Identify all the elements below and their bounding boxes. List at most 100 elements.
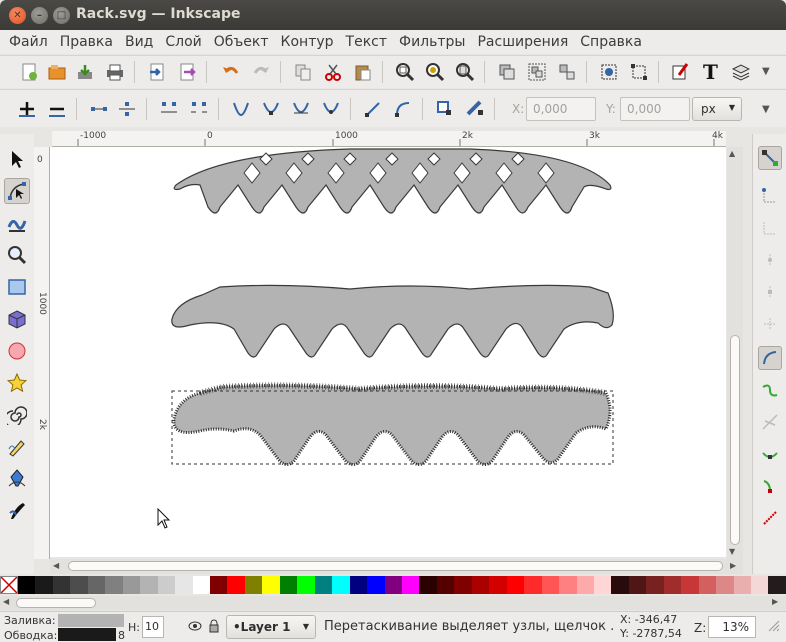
color-swatch-9[interactable] — [175, 576, 193, 594]
horizontal-scrollbar[interactable]: ◀ ▶ — [50, 559, 743, 574]
color-swatch-27[interactable] — [489, 576, 507, 594]
save-document-icon[interactable] — [72, 59, 98, 85]
horizontal-scroll-thumb[interactable] — [68, 561, 723, 571]
cusp-node-icon[interactable] — [228, 96, 254, 122]
calligraphy-tool-icon[interactable] — [4, 498, 30, 524]
rack-shape-lattice[interactable] — [173, 148, 612, 214]
selector-tool-icon[interactable] — [4, 146, 30, 172]
color-swatch-22[interactable] — [401, 576, 420, 594]
xml-editor-icon[interactable] — [668, 59, 694, 85]
cut-icon[interactable] — [320, 59, 346, 85]
snap-toggle-icon[interactable] — [758, 146, 782, 170]
snap-midpoints-icon[interactable] — [758, 474, 782, 498]
export-icon[interactable] — [174, 59, 200, 85]
menu-view[interactable]: Вид — [119, 30, 159, 54]
color-swatch-24[interactable] — [436, 576, 455, 594]
units-dropdown[interactable]: px ▼ — [692, 97, 742, 121]
delete-segment-icon[interactable] — [186, 96, 212, 122]
menu-path[interactable]: Контур — [275, 30, 340, 54]
new-document-icon[interactable] — [16, 59, 42, 85]
stroke-to-path-icon[interactable] — [462, 96, 488, 122]
color-swatch-1[interactable] — [35, 576, 53, 594]
color-swatch-17[interactable] — [314, 576, 333, 594]
eye-visibility-icon[interactable] — [188, 620, 202, 635]
snap-intersections-icon[interactable] — [758, 410, 782, 434]
color-swatch-28[interactable] — [506, 576, 525, 594]
color-swatch-12[interactable] — [227, 576, 245, 594]
snap-paths-icon[interactable] — [758, 378, 782, 402]
minimize-window-button[interactable]: – — [31, 7, 48, 24]
color-swatch-16[interactable] — [297, 576, 315, 594]
open-document-icon[interactable] — [44, 59, 70, 85]
text-font-icon[interactable]: T — [698, 59, 724, 85]
pencil-tool-icon[interactable] — [4, 434, 30, 460]
layer-dropdown[interactable]: •Layer 1 ▼ — [226, 615, 316, 639]
zoom-input[interactable]: 13% — [708, 616, 756, 638]
vertical-scrollbar[interactable]: ▲ ▼ — [727, 147, 743, 559]
group-icon[interactable] — [524, 59, 550, 85]
node-tool-icon[interactable] — [4, 178, 30, 204]
opacity-input[interactable]: 10 — [142, 616, 164, 638]
zoom-drawing-icon[interactable] — [422, 59, 448, 85]
zoom-tool-icon[interactable] — [4, 242, 30, 268]
fill-stroke-icon[interactable] — [596, 59, 622, 85]
color-swatch-31[interactable] — [559, 576, 577, 594]
color-swatch-40[interactable] — [716, 576, 734, 594]
resize-grip-icon[interactable] — [768, 620, 780, 635]
color-swatch-15[interactable] — [279, 576, 298, 594]
color-swatch-36[interactable] — [646, 576, 664, 594]
rectangle-tool-icon[interactable] — [4, 274, 30, 300]
palette-scroll-right-icon[interactable]: ▶ — [772, 597, 778, 606]
snap-bbox-corner-icon[interactable] — [758, 248, 782, 272]
scroll-left-icon[interactable]: ◀ — [53, 561, 59, 570]
color-swatch-33[interactable] — [593, 576, 612, 594]
duplicate-icon[interactable] — [494, 59, 520, 85]
menu-file[interactable]: Файл — [3, 30, 54, 54]
ungroup-icon[interactable] — [554, 59, 580, 85]
scroll-right-icon[interactable]: ▶ — [730, 561, 736, 570]
menu-layer[interactable]: Слой — [159, 30, 207, 54]
color-swatch-34[interactable] — [611, 576, 629, 594]
color-swatch-43[interactable] — [768, 576, 786, 594]
snap-nodes-icon[interactable] — [758, 346, 782, 370]
y-coordinate-input[interactable]: 0,000 — [620, 97, 690, 121]
zoom-selection-icon[interactable] — [392, 59, 418, 85]
close-window-button[interactable]: ✕ — [9, 7, 26, 24]
toolbar-overflow-icon[interactable]: ▼ — [762, 66, 770, 77]
color-swatch-37[interactable] — [663, 576, 682, 594]
redo-icon[interactable] — [248, 59, 274, 85]
no-paint-swatch[interactable] — [0, 576, 18, 594]
color-swatch-3[interactable] — [70, 576, 88, 594]
vertical-scroll-thumb[interactable] — [730, 335, 740, 545]
maximize-window-button[interactable]: □ — [53, 7, 70, 24]
snap-guides-icon[interactable] — [758, 506, 782, 530]
menu-edit[interactable]: Правка — [54, 30, 119, 54]
snap-bbox-center-icon[interactable] — [758, 312, 782, 336]
break-path-icon[interactable] — [114, 96, 140, 122]
join-segment-icon[interactable] — [156, 96, 182, 122]
line-segment-icon[interactable] — [360, 96, 386, 122]
controls-overflow-icon[interactable]: ▼ — [762, 104, 770, 115]
rack-shape-solid[interactable] — [171, 284, 614, 358]
color-swatch-14[interactable] — [262, 576, 280, 594]
transform-icon[interactable] — [626, 59, 652, 85]
snap-bbox-edge-icon[interactable] — [758, 216, 782, 240]
color-swatch-25[interactable] — [454, 576, 472, 594]
tweak-tool-icon[interactable] — [4, 210, 30, 236]
rack-shape-roughened-selected[interactable] — [171, 382, 614, 466]
snap-bbox-midpoint-icon[interactable] — [758, 280, 782, 304]
scroll-up-icon[interactable]: ▲ — [729, 149, 735, 158]
join-nodes-icon[interactable] — [86, 96, 112, 122]
auto-smooth-node-icon[interactable] — [318, 96, 344, 122]
color-swatch-23[interactable] — [419, 576, 437, 594]
symmetric-node-icon[interactable] — [288, 96, 314, 122]
stroke-indicator[interactable] — [58, 628, 116, 641]
delete-node-icon[interactable] — [44, 96, 70, 122]
color-swatch-38[interactable] — [681, 576, 699, 594]
color-swatch-19[interactable] — [349, 576, 368, 594]
color-swatch-26[interactable] — [471, 576, 490, 594]
color-swatch-5[interactable] — [105, 576, 123, 594]
zoom-page-icon[interactable] — [452, 59, 478, 85]
scroll-down-icon[interactable]: ▼ — [729, 547, 735, 556]
lock-icon[interactable] — [208, 619, 220, 636]
